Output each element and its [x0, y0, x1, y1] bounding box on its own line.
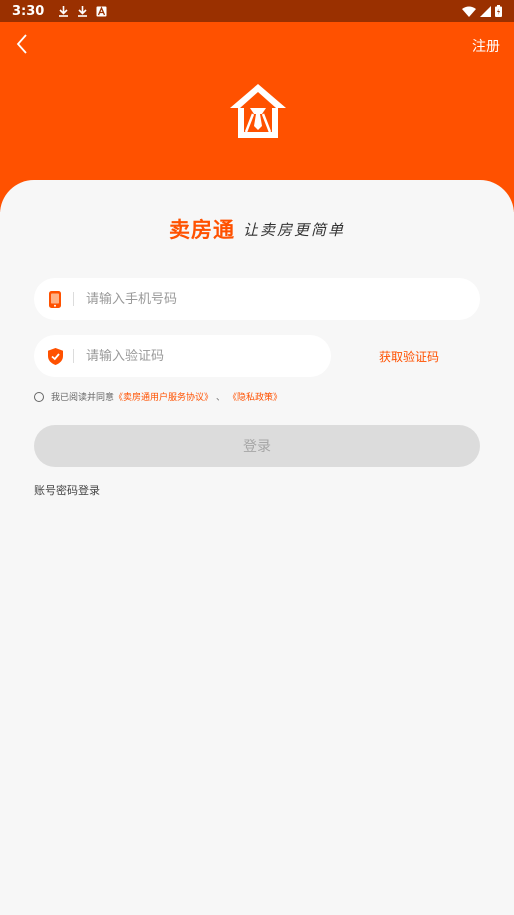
shield-check-icon	[46, 347, 64, 365]
phone-input[interactable]	[86, 291, 386, 307]
register-link[interactable]: 注册	[472, 36, 500, 56]
status-right-icons	[462, 5, 502, 17]
brand-row: 卖房通 让卖房更简单	[0, 214, 514, 244]
status-left-icons	[58, 5, 107, 17]
agree-prefix: 我已阅读并同意	[51, 393, 115, 403]
download-icon	[78, 6, 88, 17]
phone-icon	[46, 290, 64, 308]
get-code-button[interactable]: 获取验证码	[379, 348, 439, 365]
chevron-left-icon	[16, 34, 27, 54]
app-logo	[226, 80, 290, 144]
code-divider	[73, 349, 74, 363]
download-icon	[59, 6, 69, 17]
password-login-link[interactable]: 账号密码登录	[34, 482, 100, 498]
status-time: 3:30	[12, 3, 45, 19]
code-input[interactable]	[86, 348, 286, 364]
font-icon	[96, 5, 107, 16]
house-tie-icon	[230, 84, 286, 138]
agreement-row: 我已阅读并同意 《卖房通用户服务协议》 、 《隐私政策》	[34, 390, 282, 403]
brand-slogan: 让卖房更简单	[242, 220, 345, 239]
login-card: 卖房通 让卖房更简单 获取验证码 我已阅读并同意 《卖房通用户服务协议》 、	[0, 180, 514, 915]
wifi-icon	[462, 6, 476, 17]
brand-name: 卖房通	[168, 218, 235, 242]
login-button[interactable]: 登录	[34, 425, 480, 467]
phone-divider	[73, 292, 74, 306]
user-agreement-link[interactable]: 《卖房通用户服务协议》	[114, 390, 213, 403]
phone-field[interactable]	[34, 278, 480, 320]
status-bar: 3:30	[0, 0, 514, 22]
agree-separator: 、	[216, 393, 226, 403]
back-button[interactable]	[8, 30, 36, 58]
battery-icon	[495, 5, 502, 17]
agree-radio[interactable]	[34, 391, 44, 402]
code-field[interactable]	[34, 335, 331, 377]
signal-icon	[480, 5, 491, 17]
privacy-policy-link[interactable]: 《隐私政策》	[228, 390, 282, 403]
